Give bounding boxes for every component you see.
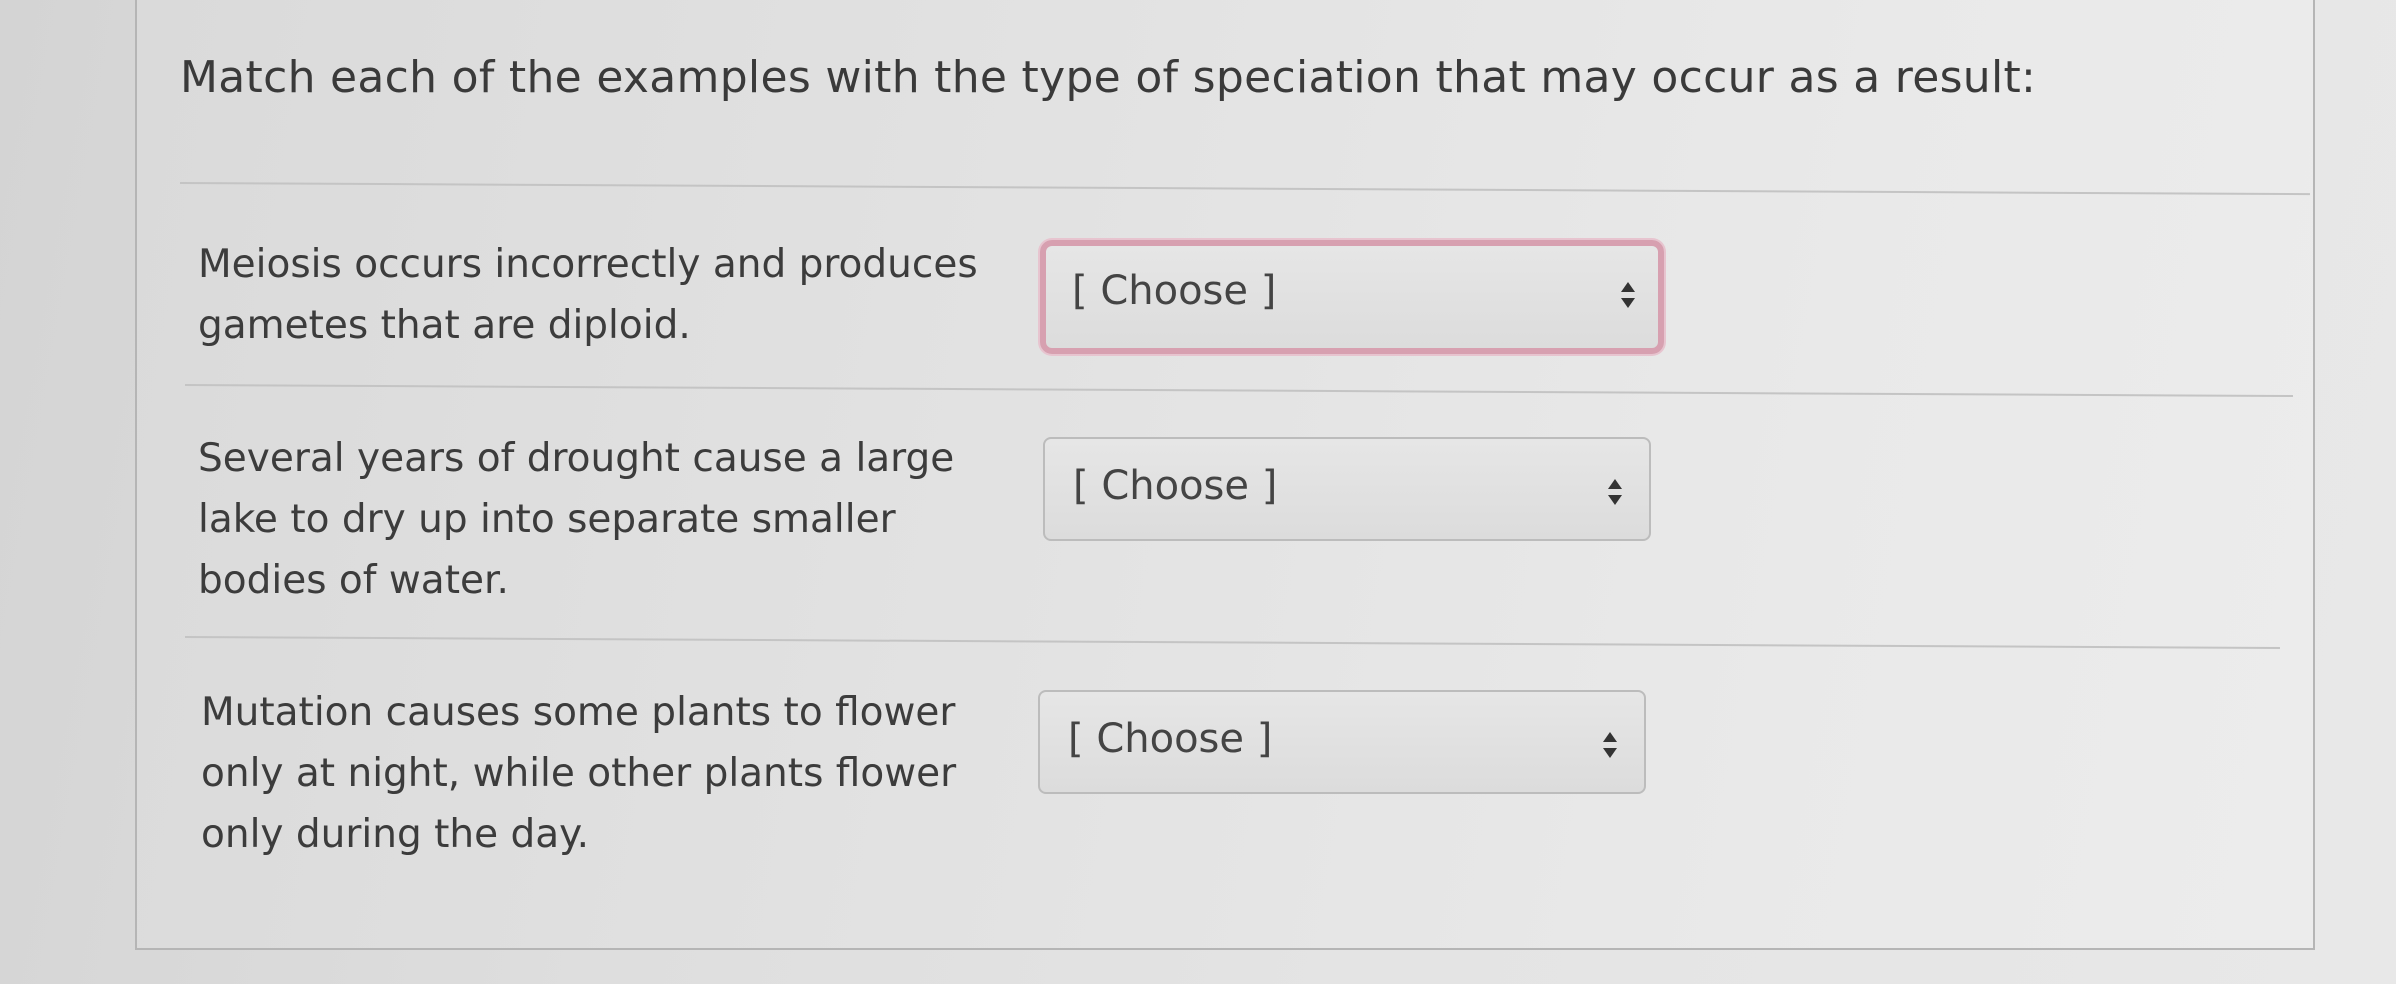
up-down-arrows-icon bbox=[1607, 477, 1623, 507]
page-background: Match each of the examples with the type… bbox=[0, 0, 2396, 984]
up-down-arrows-icon bbox=[1620, 280, 1636, 310]
item-3-select-value: [ Choose ] bbox=[1068, 716, 1273, 762]
item-3-select[interactable]: [ Choose ] bbox=[1038, 690, 1646, 794]
item-2-prompt: Several years of drought cause a large l… bbox=[198, 436, 955, 603]
item-3-prompt: Mutation causes some plants to flower on… bbox=[201, 690, 957, 857]
item-1-select[interactable]: [ Choose ] bbox=[1040, 240, 1664, 354]
item-2-select-value: [ Choose ] bbox=[1073, 463, 1278, 509]
item-2-select[interactable]: [ Choose ] bbox=[1043, 437, 1651, 541]
question-text: Match each of the examples with the type… bbox=[180, 52, 2037, 103]
up-down-arrows-icon bbox=[1602, 730, 1618, 760]
item-1-select-value: [ Choose ] bbox=[1072, 268, 1277, 314]
item-1-prompt: Meiosis occurs incorrectly and produces … bbox=[198, 242, 978, 348]
